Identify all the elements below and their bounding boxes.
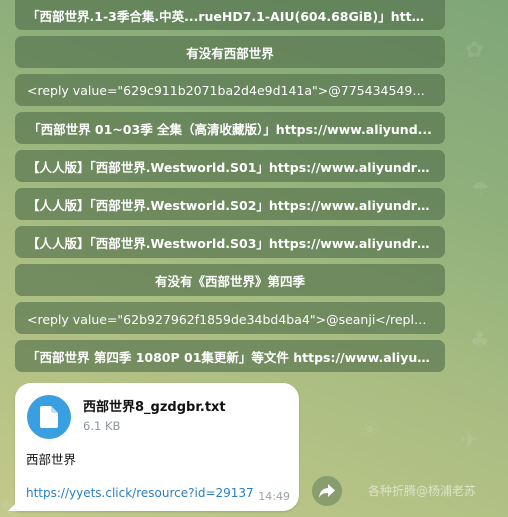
inline-button-result-s02[interactable]: 【人人版】「西部世界.Westworld.S02」https://www.ali… <box>15 188 445 220</box>
file-size: 6.1 KB <box>83 419 121 433</box>
file-icon[interactable] <box>27 395 71 439</box>
chat-background: ✿ ☂ ♣ ☀ ✈ ✎ 「西部世界.1-3季合集.中英...rueHD7.1-A… <box>0 0 508 517</box>
inline-button-result-s03[interactable]: 【人人版】「西部世界.Westworld.S03」https://www.ali… <box>15 226 445 258</box>
doodle-icon: ♣ <box>470 328 490 353</box>
message-bubble: 西部世界8_gzdgbr.txt 6.1 KB 西部世界 https://yye… <box>15 383 299 511</box>
inline-button-query-1[interactable]: 有没有西部世界 <box>15 36 445 68</box>
inline-button-reply-2[interactable]: <reply value="62b927962f1859de34bd4ba4">… <box>15 302 445 334</box>
inline-button-result-s04[interactable]: 「西部世界 第四季 1080P 01集更新」等文件 https://www.al… <box>15 340 445 372</box>
forward-button[interactable] <box>312 476 342 506</box>
file-name[interactable]: 西部世界8_gzdgbr.txt <box>83 396 226 415</box>
doodle-icon: ✿ <box>465 38 484 63</box>
doodle-icon: ☂ <box>470 178 490 203</box>
inline-button-reply-1[interactable]: <reply value="629c911b2071ba2d4e9d141a">… <box>15 74 445 106</box>
forward-icon <box>319 484 335 498</box>
inline-button-result-2[interactable]: 「西部世界 01~03季 全集（高清收藏版）」https://www.aliyu… <box>15 112 445 144</box>
message-time: 14:49 <box>258 490 290 503</box>
message-caption: 西部世界 <box>26 452 77 467</box>
resource-link[interactable]: https://yyets.click/resource?id=29137 <box>26 486 254 500</box>
watermark: 各种折腾@杨浦老苏 <box>368 484 477 498</box>
doodle-icon: ✈ <box>460 428 479 453</box>
doodle-icon: ☀ <box>360 418 380 443</box>
inline-button-query-2[interactable]: 有没有《西部世界》第四季 <box>15 264 445 296</box>
inline-button-result-1[interactable]: 「西部世界.1-3季合集.中英...rueHD7.1-AIU(604.68GiB… <box>15 0 445 30</box>
inline-button-result-s01[interactable]: 【人人版】「西部世界.Westworld.S01」https://www.ali… <box>15 150 445 182</box>
